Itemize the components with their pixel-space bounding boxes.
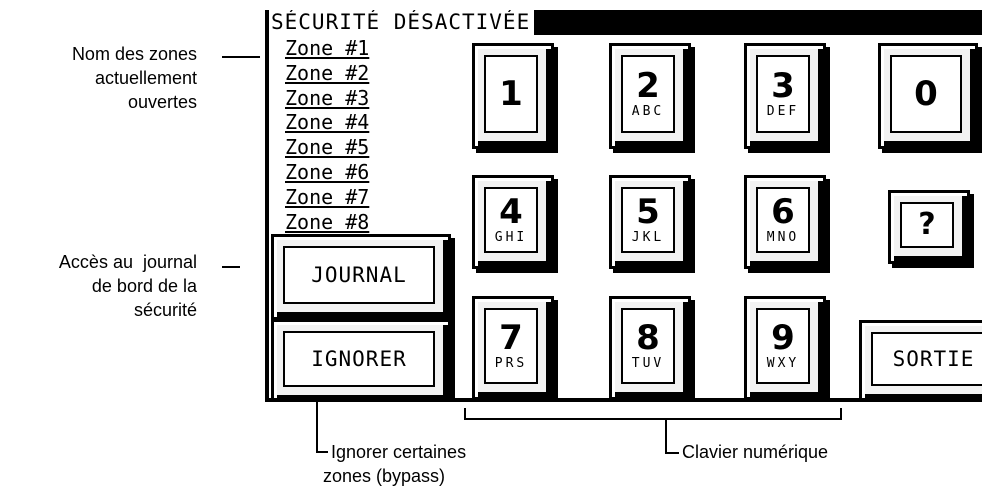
key-9-digit: 9 xyxy=(771,318,795,358)
ignore-callout-foot xyxy=(316,451,328,453)
zones-callout-line1: Nom des zones xyxy=(71,44,197,64)
key-5[interactable]: 5 JKL xyxy=(609,175,691,269)
key-8-digit: 8 xyxy=(636,318,660,358)
zone-item: Zone #3 xyxy=(285,85,370,110)
journal-button[interactable]: JOURNAL xyxy=(271,234,451,320)
key-1[interactable]: 1 xyxy=(472,43,554,149)
key-6[interactable]: 6 MNO xyxy=(744,175,826,269)
keypad-bracket-right xyxy=(840,408,842,419)
journal-callout-line2: de bord de la xyxy=(91,276,197,296)
key-7-digit: 7 xyxy=(499,318,523,358)
zones-callout-line2: actuellement xyxy=(94,68,197,88)
help-button[interactable]: ? xyxy=(888,190,970,264)
security-status: SÉCURITÉ DÉSACTIVÉE xyxy=(269,10,535,35)
key-1-face: 1 xyxy=(484,55,538,133)
key-7-face: 7 PRS xyxy=(484,308,538,384)
key-8-letters: TUV xyxy=(631,356,665,371)
key-9-letters: WXY xyxy=(766,356,800,371)
zones-callout: Nom des zones actuellement ouvertes xyxy=(72,42,197,114)
key-2[interactable]: 2 ABC xyxy=(609,43,691,149)
key-5-letters: JKL xyxy=(631,230,665,245)
keypad-callout-foot xyxy=(665,452,679,454)
key-4-letters: GHI xyxy=(494,230,528,245)
ignore-button-face: IGNORER xyxy=(283,331,435,387)
key-3-face: 3 DEF xyxy=(756,55,810,133)
key-7-letters: PRS xyxy=(494,356,528,371)
key-6-digit: 6 xyxy=(771,192,795,232)
key-3-letters: DEF xyxy=(766,104,800,119)
key-0[interactable]: 0 xyxy=(878,43,978,149)
keypad-callout: Clavier numérique xyxy=(682,442,829,462)
key-5-digit: 5 xyxy=(636,192,660,232)
key-2-face: 2 ABC xyxy=(621,55,675,133)
journal-callout-line1: Accès au journal xyxy=(58,252,197,272)
journal-callout: Accès au journal de bord de la sécurité xyxy=(59,250,197,322)
help-icon: ? xyxy=(918,207,936,242)
key-9-face: 9 WXY xyxy=(756,308,810,384)
zone-item: Zone #2 xyxy=(285,60,370,85)
zones-callout-line3: ouvertes xyxy=(127,92,197,112)
key-3-digit: 3 xyxy=(771,66,795,106)
key-9[interactable]: 9 WXY xyxy=(744,296,826,398)
key-8[interactable]: 8 TUV xyxy=(609,296,691,398)
key-0-digit: 0 xyxy=(914,74,938,114)
ignore-button-label: IGNORER xyxy=(311,347,407,371)
exit-button-face: SORTIE xyxy=(871,332,982,386)
key-8-face: 8 TUV xyxy=(621,308,675,384)
zone-item: Zone #8 xyxy=(285,209,370,234)
key-5-face: 5 JKL xyxy=(621,187,675,253)
exit-button[interactable]: SORTIE xyxy=(859,320,982,398)
zone-item: Zone #7 xyxy=(285,184,370,209)
zone-item: Zone #4 xyxy=(285,110,370,135)
ignore-callout-line1: Ignorer certaines xyxy=(331,442,467,462)
journal-button-face: JOURNAL xyxy=(283,246,435,304)
key-4[interactable]: 4 GHI xyxy=(472,175,554,269)
key-0-face: 0 xyxy=(890,55,962,133)
journal-callout-line3: sécurité xyxy=(133,300,197,320)
ignore-button[interactable]: IGNORER xyxy=(271,319,451,398)
zones-callout-leader xyxy=(222,56,260,58)
key-1-digit: 1 xyxy=(499,74,523,114)
open-zones-list: Zone #1 Zone #2 Zone #3 Zone #4 Zone #5 … xyxy=(285,36,369,234)
status-bar: SÉCURITÉ DÉSACTIVÉE xyxy=(269,10,982,35)
ignore-callout-line2: zones (bypass) xyxy=(323,466,446,486)
ignore-callout: Ignorer certaines zones (bypass) xyxy=(323,440,467,488)
key-3[interactable]: 3 DEF xyxy=(744,43,826,149)
key-4-digit: 4 xyxy=(499,192,523,232)
keypad-screen: SÉCURITÉ DÉSACTIVÉE Zone #1 Zone #2 Zone… xyxy=(265,10,982,402)
zone-item: Zone #6 xyxy=(285,159,370,184)
keypad-callout-stem xyxy=(665,419,667,453)
keypad-bracket-bottom xyxy=(464,418,842,420)
zone-item: Zone #1 xyxy=(285,36,370,60)
key-7[interactable]: 7 PRS xyxy=(472,296,554,398)
help-button-face: ? xyxy=(900,202,954,248)
key-6-letters: MNO xyxy=(766,230,800,245)
exit-button-label: SORTIE xyxy=(892,347,975,371)
key-2-letters: ABC xyxy=(631,104,665,119)
ignore-callout-stem xyxy=(316,402,318,452)
key-2-digit: 2 xyxy=(636,66,660,106)
journal-button-label: JOURNAL xyxy=(311,263,407,287)
zone-item: Zone #5 xyxy=(285,135,370,160)
key-4-face: 4 GHI xyxy=(484,187,538,253)
key-6-face: 6 MNO xyxy=(756,187,810,253)
journal-callout-leader xyxy=(222,266,240,268)
